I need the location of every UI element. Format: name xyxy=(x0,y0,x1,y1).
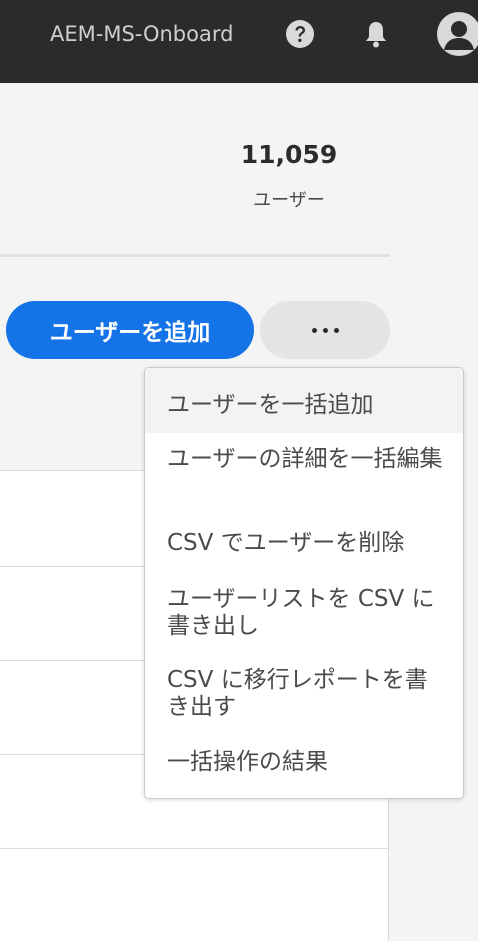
ellipsis-icon xyxy=(311,327,317,333)
menu-item-export-csv[interactable]: ユーザーリストを CSV に書き出し xyxy=(145,586,463,640)
ellipsis-icon xyxy=(333,327,339,333)
top-navigation-bar: AEM-MS-Onboard xyxy=(0,0,478,83)
avatar-icon[interactable] xyxy=(434,12,478,56)
ellipsis-icon xyxy=(322,327,328,333)
table-row[interactable] xyxy=(0,848,388,849)
bell-icon[interactable] xyxy=(360,18,392,50)
add-user-button[interactable]: ユーザーを追加 xyxy=(6,301,254,359)
user-count-label: ユーザー xyxy=(253,190,325,211)
more-actions-button[interactable] xyxy=(260,301,390,359)
menu-item-bulk-edit[interactable]: ユーザーの詳細を一括編集 xyxy=(145,446,463,473)
menu-item-bulk-add[interactable]: ユーザーを一括追加 xyxy=(145,368,463,433)
menu-item-bulk-results[interactable]: 一括操作の結果 xyxy=(145,749,463,776)
section-divider xyxy=(0,254,390,257)
help-icon[interactable] xyxy=(284,18,316,50)
bulk-actions-menu: ユーザーを一括追加 ユーザーの詳細を一括編集 CSV でユーザーを削除 ユーザー… xyxy=(144,367,464,799)
menu-item-delete-by-csv[interactable]: CSV でユーザーを削除 xyxy=(145,530,463,557)
org-switcher[interactable]: AEM-MS-Onboard xyxy=(50,20,233,48)
menu-item-export-migration-report[interactable]: CSV に移行レポートを書き出す xyxy=(145,667,463,721)
user-count: 11,059 xyxy=(240,140,338,169)
